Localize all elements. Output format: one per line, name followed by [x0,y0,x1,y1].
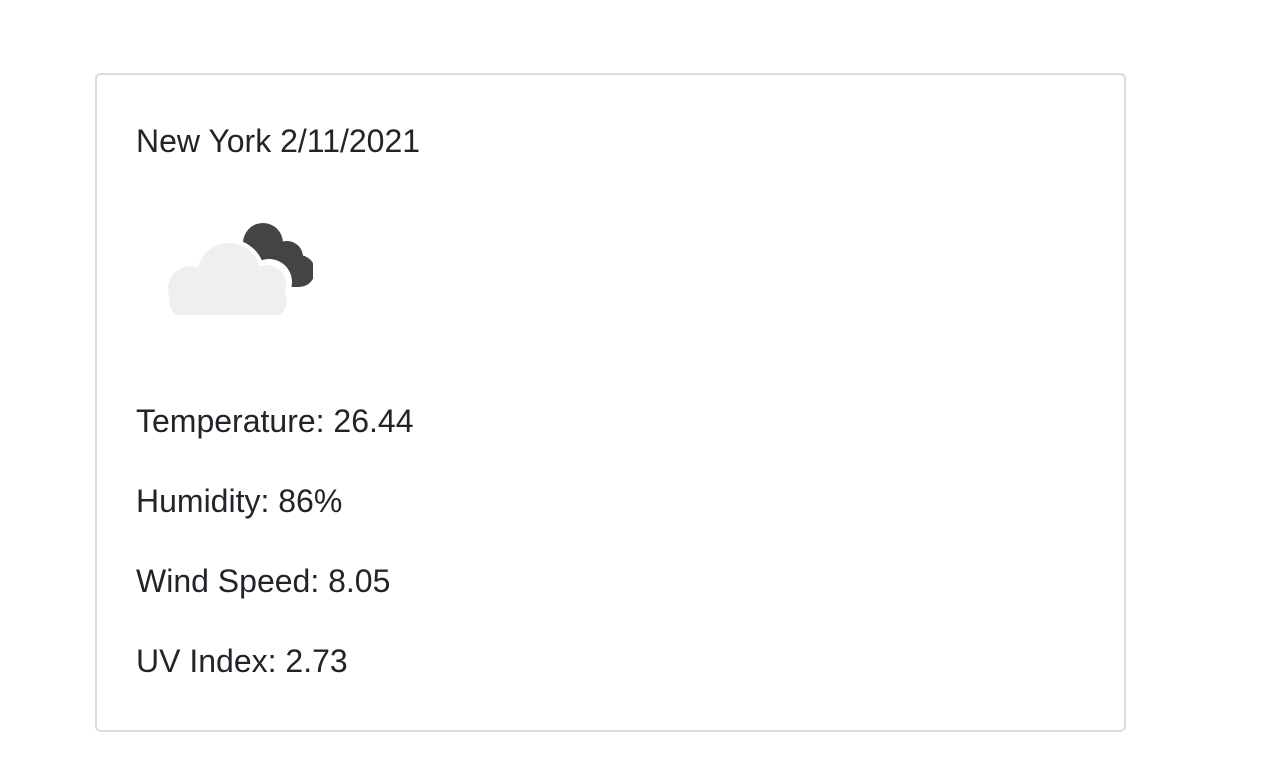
uv-index-text: UV Index: 2.73 [136,643,348,679]
humidity-text: Humidity: 86% [136,483,343,519]
city-date-title: New York 2/11/2021 [136,123,421,159]
weather-card: New York 2/11/2021 Temperature: 26.44 Hu… [95,73,1126,732]
broken-clouds-icon [164,223,313,315]
temperature-text: Temperature: 26.44 [136,403,414,439]
wind-speed-text: Wind Speed: 8.05 [136,563,391,599]
